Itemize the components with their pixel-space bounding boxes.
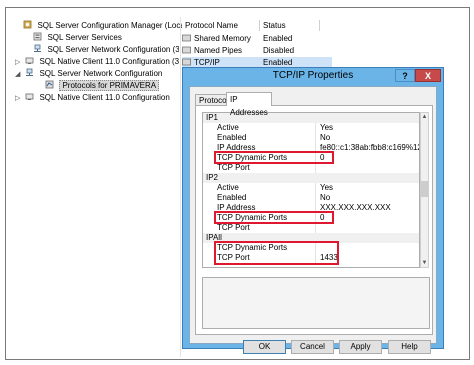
- property-key: Active: [217, 123, 239, 132]
- tree-item-label: Protocols for PRIMAVERA: [59, 80, 160, 91]
- tcpip-properties-dialog: TCP/IP Properties ? X Protocol IP Addres…: [182, 67, 444, 354]
- tree-item-native-client-32bit[interactable]: ▷ SQL Native Client 11.0 Configuration (…: [15, 56, 179, 67]
- protocol-status: Enabled: [263, 34, 293, 43]
- protocol-name: Named Pipes: [194, 46, 243, 55]
- help-button[interactable]: Help: [388, 340, 431, 354]
- property-key: Enabled: [217, 193, 247, 202]
- group-ip2[interactable]: IP2: [203, 173, 419, 183]
- protocol-icon: [182, 34, 191, 42]
- property-value[interactable]: Yes: [320, 183, 333, 193]
- property-value[interactable]: Yes: [320, 123, 333, 133]
- vertical-scrollbar[interactable]: ▲ ▼: [420, 112, 429, 268]
- property-row[interactable]: TCP Port: [203, 163, 419, 173]
- network-icon: [26, 68, 34, 76]
- apply-button[interactable]: Apply: [339, 340, 382, 354]
- scroll-up-icon[interactable]: ▲: [421, 113, 428, 121]
- property-row[interactable]: Enabled No: [203, 193, 419, 203]
- client-icon: [25, 93, 34, 100]
- tree-item-label: SQL Server Network Configuration (32bit: [47, 45, 179, 54]
- property-key: TCP Port: [217, 223, 250, 232]
- property-value[interactable]: fe80::c1:38ab:fbb8:c169%12: [320, 143, 419, 153]
- group-label: IP1: [206, 113, 219, 122]
- client-icon: [25, 57, 34, 64]
- tree-item-label: SQL Server Configuration Manager (Local): [37, 21, 190, 30]
- expand-arrow-icon[interactable]: ▷: [15, 93, 23, 103]
- close-icon[interactable]: X: [415, 69, 441, 82]
- group-label: IP2: [206, 173, 219, 182]
- tree-item-label: SQL Server Network Configuration: [39, 69, 163, 78]
- column-header-status[interactable]: Status: [260, 20, 320, 31]
- dialog-buttons: OK Cancel Apply Help: [190, 340, 438, 354]
- dialog-body: Protocol IP Addresses IP1 Active Yes Enab…: [189, 86, 437, 354]
- tab-ip-addresses[interactable]: IP Addresses: [226, 92, 272, 117]
- console-tree: SQL Server Configuration Manager (Local)…: [11, 17, 189, 357]
- protocol-icon: [182, 58, 191, 66]
- property-value[interactable]: No: [320, 133, 330, 143]
- property-row[interactable]: Active Yes: [203, 183, 419, 193]
- protocol-name: Shared Memory: [194, 34, 251, 43]
- property-value[interactable]: No: [320, 193, 330, 203]
- highlight-box-ip1-dynamic-ports: [214, 151, 334, 164]
- property-key: TCP Port: [217, 163, 250, 172]
- services-icon: [33, 32, 42, 41]
- property-description-box: [202, 277, 430, 329]
- property-key: Active: [217, 183, 239, 192]
- property-row[interactable]: TCP Port: [203, 223, 419, 233]
- cancel-button[interactable]: Cancel: [291, 340, 334, 354]
- tree-item-label: SQL Native Client 11.0 Configuration: [39, 93, 170, 102]
- scroll-thumb[interactable]: [421, 181, 428, 197]
- help-icon[interactable]: ?: [395, 69, 415, 82]
- tree-item-native-client[interactable]: ▷ SQL Native Client 11.0 Configuration: [15, 92, 170, 103]
- tree-item-label: SQL Native Client 11.0 Configuration (32…: [39, 57, 179, 66]
- tab-protocol[interactable]: Protocol: [195, 94, 228, 105]
- property-key: Enabled: [217, 133, 247, 142]
- highlight-box-ipall-ports: [214, 241, 339, 265]
- network-icon: [34, 44, 42, 52]
- collapse-arrow-icon[interactable]: ◢: [15, 69, 23, 79]
- expand-arrow-icon[interactable]: ▷: [15, 57, 23, 67]
- tree-item-root[interactable]: SQL Server Configuration Manager (Local): [13, 20, 189, 31]
- protocol-name: TCP/IP: [194, 58, 220, 67]
- ok-button[interactable]: OK: [243, 340, 286, 354]
- tree-item-label: SQL Server Services: [47, 33, 122, 42]
- tree-item-services[interactable]: SQL Server Services: [23, 32, 122, 43]
- column-header-protocol-name[interactable]: Protocol Name: [182, 20, 260, 31]
- list-row-shared-memory[interactable]: Shared Memory Enabled: [182, 33, 332, 45]
- tree-item-protocols-primavera[interactable]: Protocols for PRIMAVERA: [35, 80, 160, 91]
- tree-item-network[interactable]: ◢ SQL Server Network Configuration: [15, 68, 162, 79]
- pane-splitter[interactable]: [180, 17, 181, 357]
- server-config-icon: [23, 20, 32, 29]
- property-row[interactable]: Enabled No: [203, 133, 419, 143]
- protocols-icon: [45, 80, 54, 89]
- tree-item-network-32bit[interactable]: SQL Server Network Configuration (32bit: [23, 44, 179, 55]
- list-row-named-pipes[interactable]: Named Pipes Disabled: [182, 45, 332, 57]
- property-row[interactable]: Active Yes: [203, 123, 419, 133]
- scroll-down-icon[interactable]: ▼: [421, 259, 428, 267]
- highlight-box-ip2-dynamic-ports: [214, 211, 334, 224]
- ip-addresses-panel: IP1 Active Yes Enabled No IP Address fe80::…: [195, 105, 433, 335]
- protocol-icon: [182, 46, 191, 54]
- protocol-status: Disabled: [263, 46, 295, 55]
